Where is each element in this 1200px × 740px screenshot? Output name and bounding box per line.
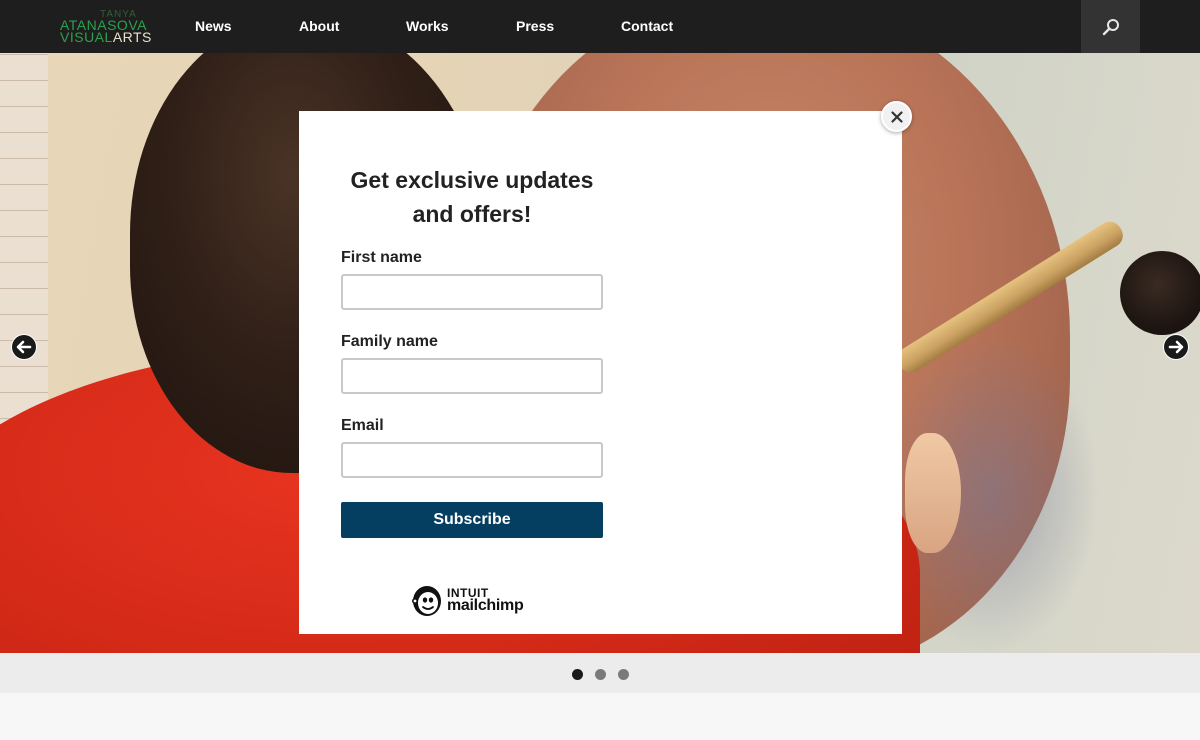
slider-prev-button[interactable] (11, 334, 37, 360)
nav-item-about[interactable]: About (299, 18, 339, 34)
slider-dot-3[interactable] (618, 669, 629, 680)
mailchimp-badge[interactable]: INTUIT mailchimp (410, 583, 540, 617)
logo-word-arts: ARTS (112, 29, 152, 45)
mailchimp-text: mailchimp (447, 597, 524, 614)
nav-item-works[interactable]: Works (406, 18, 449, 34)
arrow-right-icon (1164, 335, 1188, 359)
logo-word-visual: VISUAL (60, 29, 113, 45)
first-name-label: First name (341, 249, 422, 266)
slider-dot-1[interactable] (572, 669, 583, 680)
first-name-input[interactable] (341, 274, 603, 310)
newsletter-modal: Get exclusive updates and offers! First … (299, 111, 902, 634)
nav-item-contact[interactable]: Contact (621, 18, 673, 34)
modal-title: Get exclusive updates and offers! (350, 167, 594, 227)
family-name-label: Family name (341, 333, 438, 350)
family-name-input[interactable] (341, 358, 603, 394)
nav-item-news[interactable]: News (195, 18, 232, 34)
subscribe-button[interactable]: Subscribe (341, 502, 603, 538)
logo-line-3: VISUALARTS (60, 30, 152, 44)
nav-item-press[interactable]: Press (516, 18, 554, 34)
search-icon (1102, 18, 1119, 35)
email-input[interactable] (341, 442, 603, 478)
site-logo[interactable]: TANYA ATANASOVA VISUALARTS (60, 10, 152, 45)
search-button[interactable] (1081, 0, 1140, 53)
arrow-left-icon (12, 335, 36, 359)
top-navigation-bar: TANYA ATANASOVA VISUALARTS News About Wo… (0, 0, 1200, 53)
slider-pager (0, 653, 1200, 693)
modal-close-button[interactable] (881, 101, 912, 132)
hero-image-hand (905, 433, 961, 553)
email-label: Email (341, 417, 384, 434)
slider-dot-2[interactable] (595, 669, 606, 680)
hero-image-brush-head (1120, 251, 1200, 335)
slider-next-button[interactable] (1163, 334, 1189, 360)
mailchimp-freddie-icon (412, 586, 441, 616)
close-icon (890, 110, 903, 123)
